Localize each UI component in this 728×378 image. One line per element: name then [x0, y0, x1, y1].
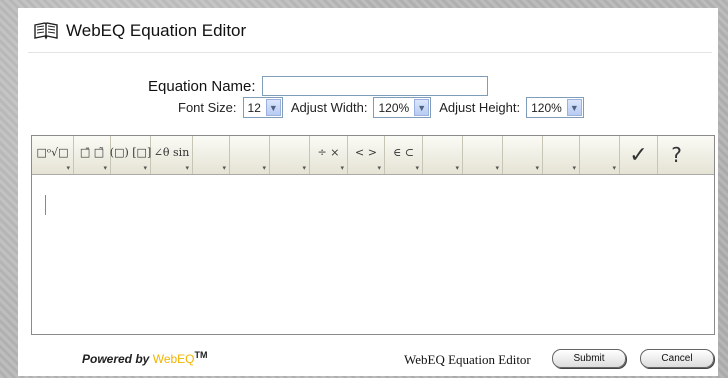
fences-palette-button[interactable]: (□) [□] ▾	[109, 136, 152, 174]
chevron-down-icon[interactable]: ▼	[414, 99, 430, 116]
title-divider	[28, 52, 712, 53]
relations-glyph: < >	[355, 145, 377, 159]
title-row: WebEQ Equation Editor	[34, 18, 246, 44]
operators-palette-button[interactable]: ÷ × ▾	[310, 136, 348, 174]
blank-palette-button[interactable]: ▾	[543, 136, 580, 174]
accents-palette-button[interactable]: □̄ □̃ ▾	[74, 136, 111, 174]
chevron-down-icon: ▾	[535, 164, 539, 172]
equation-name-input[interactable]	[261, 76, 488, 96]
functions-glyph: ∠θ sin	[153, 145, 190, 159]
trademark: TM	[194, 350, 208, 360]
blank-palette-button[interactable]: ▾	[423, 136, 463, 174]
font-size-value: 12	[247, 100, 261, 115]
chevron-down-icon: ▾	[495, 164, 499, 172]
font-size-select[interactable]: 12 ▼	[242, 97, 283, 118]
powered-by-label: Powered by	[82, 352, 150, 366]
chevron-down-icon: ▾	[302, 164, 306, 172]
equation-name-label: Equation Name:	[148, 77, 256, 95]
adjust-height-value: 120%	[531, 100, 562, 115]
equation-edit-area[interactable]	[32, 175, 714, 334]
operators-glyph: ÷ ×	[317, 145, 340, 159]
accents-glyph: □̄ □̃	[79, 145, 105, 159]
roots-glyph: □ᵒ√□	[36, 145, 69, 159]
sets-palette-button[interactable]: ∈ ⊂ ▾	[385, 136, 423, 174]
blank-palette-button[interactable]: ▾	[580, 136, 620, 174]
chevron-down-icon: ▾	[415, 164, 419, 172]
page-title: WebEQ Equation Editor	[66, 21, 247, 40]
book-icon	[34, 22, 58, 40]
blank-palette-button[interactable]: ▾	[193, 136, 230, 174]
adjust-height-select[interactable]: 120% ▼	[526, 97, 584, 118]
check-button[interactable]: ✓	[620, 136, 658, 174]
powered-by-text: Powered by WebEQTM	[82, 350, 208, 366]
submit-button[interactable]: Submit	[552, 349, 626, 368]
chevron-down-icon: ▾	[143, 164, 147, 172]
chevron-down-icon[interactable]: ▼	[566, 99, 582, 116]
font-size-label: Font Size:	[178, 100, 237, 115]
chevron-down-icon: ▾	[185, 164, 189, 172]
size-controls-row: Font Size: 12 ▼ Adjust Width: 120% ▼ Adj…	[178, 97, 592, 118]
adjust-width-label: Adjust Width:	[290, 100, 368, 115]
chevron-down-icon: ▾	[572, 164, 576, 172]
chevron-down-icon: ▾	[455, 164, 459, 172]
cancel-button[interactable]: Cancel	[640, 349, 714, 368]
blank-palette-button[interactable]: ▾	[463, 136, 503, 174]
help-icon: ?	[671, 143, 682, 167]
text-caret	[45, 195, 46, 215]
adjust-width-select[interactable]: 120% ▼	[373, 97, 432, 118]
footer: Powered by WebEQTM WebEQ Equation Editor…	[18, 346, 718, 370]
adjust-width-value: 120%	[378, 100, 410, 115]
editor-panel: WebEQ Equation Editor Equation Name: Fon…	[18, 8, 718, 376]
footer-title: WebEQ Equation Editor	[404, 352, 531, 367]
equation-name-row: Equation Name:	[148, 76, 488, 96]
adjust-height-label: Adjust Height:	[439, 100, 521, 115]
webeq-brand: WebEQ	[152, 352, 195, 366]
chevron-down-icon: ▾	[612, 164, 616, 172]
palette-toolbar: □ᵒ√□ ▾ □̄ □̃ ▾ (□) [□] ▾ ∠θ sin ▾ ▾ ▾ ▾ ÷ × ▾…	[32, 136, 714, 175]
chevron-down-icon: ▾	[377, 164, 381, 172]
chevron-down-icon: ▾	[103, 164, 107, 172]
blank-palette-button[interactable]: ▾	[230, 136, 270, 174]
check-icon: ✓	[629, 142, 648, 168]
roots-palette-button[interactable]: □ᵒ√□ ▾	[32, 136, 74, 174]
equation-editor: □ᵒ√□ ▾ □̄ □̃ ▾ (□) [□] ▾ ∠θ sin ▾ ▾ ▾ ▾ ÷ × ▾…	[31, 135, 715, 335]
chevron-down-icon: ▾	[66, 164, 70, 172]
blank-palette-button[interactable]: ▾	[503, 136, 543, 174]
chevron-down-icon: ▾	[340, 164, 344, 172]
chevron-down-icon[interactable]: ▼	[265, 99, 281, 116]
relations-palette-button[interactable]: < > ▾	[348, 136, 385, 174]
fences-glyph: (□) [□]	[109, 145, 152, 159]
blank-palette-button[interactable]: ▾	[270, 136, 310, 174]
sets-glyph: ∈ ⊂	[393, 145, 414, 159]
chevron-down-icon: ▾	[222, 164, 226, 172]
help-button[interactable]: ?	[658, 136, 695, 174]
functions-palette-button[interactable]: ∠θ sin ▾	[151, 136, 193, 174]
chevron-down-icon: ▾	[262, 164, 266, 172]
